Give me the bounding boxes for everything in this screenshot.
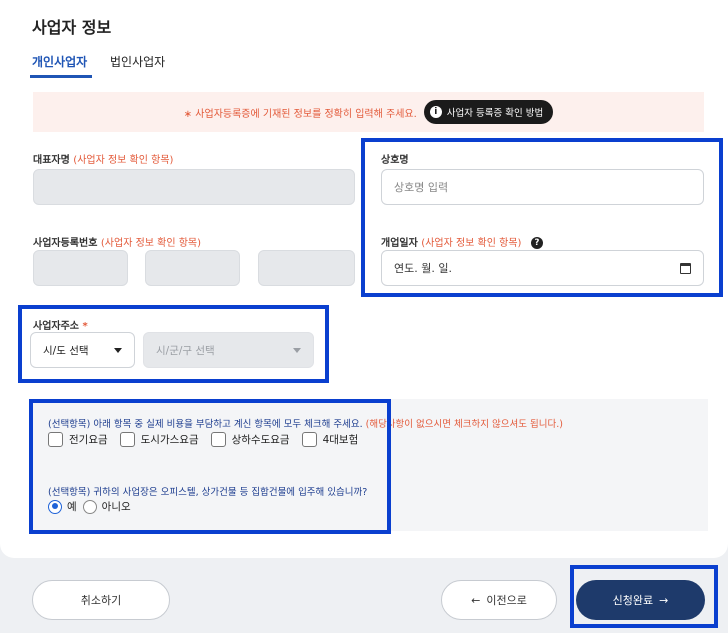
representative-label-sub: (사업자 정보 확인 항목) [73, 155, 174, 166]
notice-banner: ∗ 사업자등록증에 기재된 정보를 정확히 입력해 주세요. i 사업자 등록증… [33, 92, 704, 132]
tab-individual[interactable]: 개인사업자 [32, 53, 87, 70]
highlight-box-submit [570, 565, 718, 628]
registration-guide-label: 사업자 등록증 확인 방법 [446, 108, 544, 119]
page-title: 사업자 정보 [32, 18, 112, 37]
tab-active-underline [30, 75, 92, 78]
business-number-part1[interactable] [33, 250, 128, 286]
optional-question-1-note: (해당사항이 없으시면 체크하지 않으셔도 됩니다.) [365, 419, 563, 430]
highlight-box-company [361, 138, 723, 297]
prev-button[interactable]: ← 이전으로 [441, 580, 557, 620]
highlight-box-address [18, 305, 329, 383]
representative-label: 대표자명 (사업자 정보 확인 항목) [33, 151, 173, 166]
cancel-button-label: 취소하기 [80, 594, 122, 607]
tab-corporate[interactable]: 법인사업자 [110, 53, 165, 70]
info-icon: i [429, 106, 442, 118]
business-number-label-sub: (사업자 정보 확인 항목) [100, 238, 202, 249]
business-number-part3[interactable] [258, 250, 355, 286]
prev-button-label: 이전으로 [486, 594, 527, 607]
arrow-left-icon: ← [471, 593, 481, 607]
business-number-part2[interactable] [145, 250, 240, 286]
representative-label-text: 대표자명 [33, 155, 70, 166]
notice-text: ∗ 사업자등록증에 기재된 정보를 정확히 입력해 주세요. [183, 108, 417, 120]
business-number-label: 사업자등록번호 (사업자 정보 확인 항목) [33, 234, 201, 249]
registration-guide-button[interactable]: i 사업자 등록증 확인 방법 [423, 100, 554, 124]
highlight-box-optional [29, 399, 391, 534]
cancel-button[interactable]: 취소하기 [32, 580, 170, 620]
representative-field[interactable] [33, 169, 355, 205]
business-number-label-text: 사업자등록번호 [33, 238, 98, 249]
